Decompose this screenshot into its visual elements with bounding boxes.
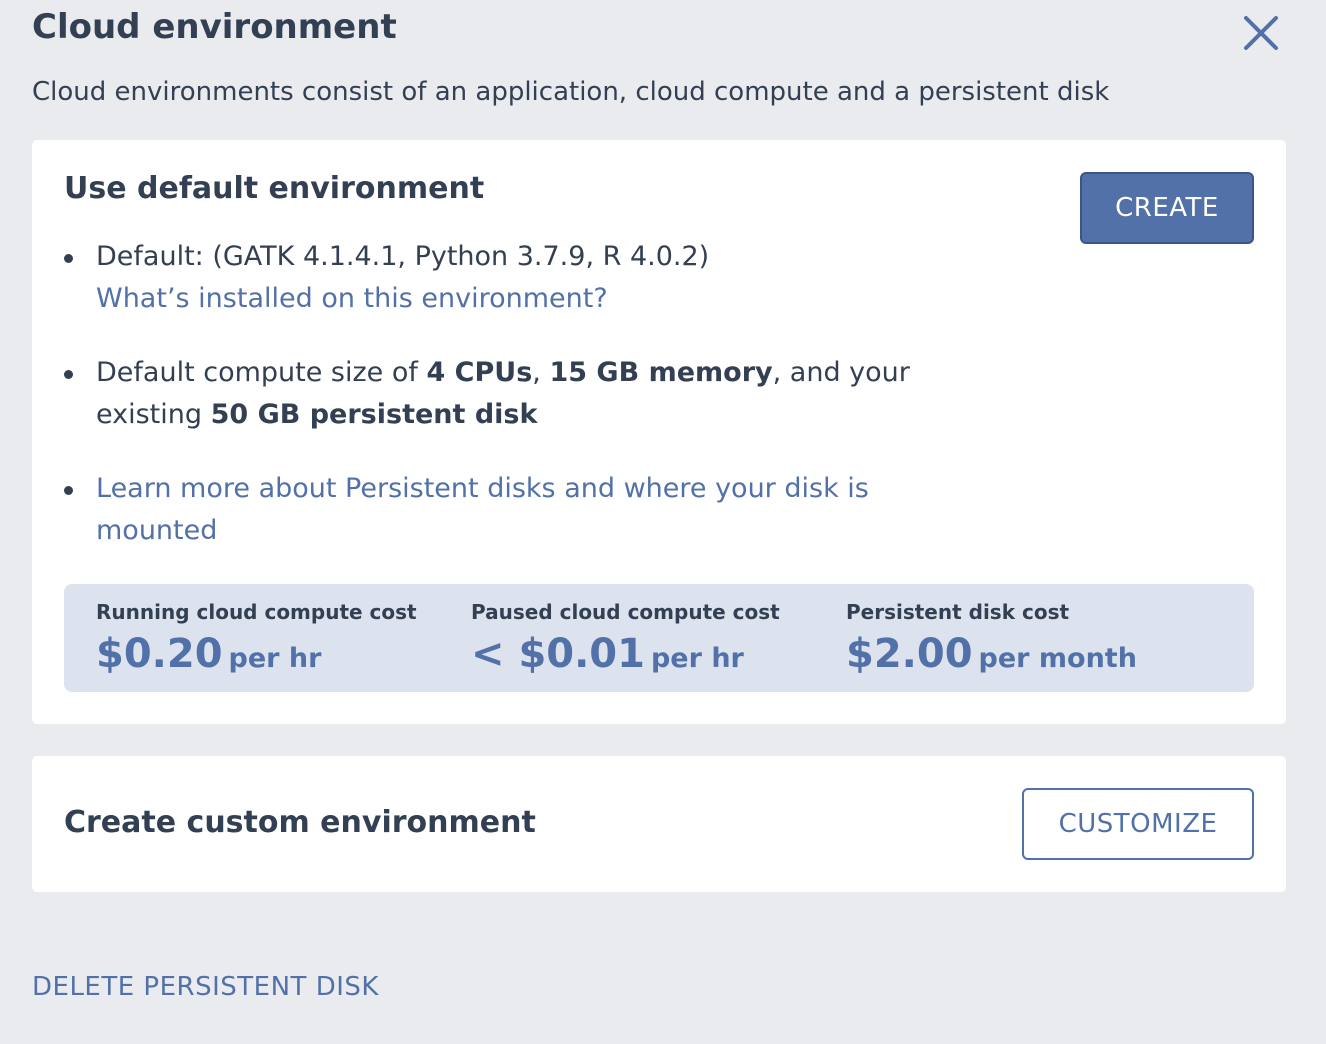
memory-size: 15 GB memory — [549, 357, 773, 388]
customize-button[interactable]: CUSTOMIZE — [1022, 788, 1254, 860]
close-icon — [1244, 16, 1278, 50]
cost-summary: Running cloud compute cost $0.20 per hr P… — [64, 584, 1254, 692]
dialog-subtitle: Cloud environments consist of an applica… — [32, 77, 1110, 107]
bullet-dot — [64, 370, 73, 379]
learn-more-persistent-disks-link[interactable]: Learn more about Persistent disks and wh… — [96, 473, 869, 546]
close-button[interactable] — [1240, 12, 1282, 54]
delete-persistent-disk-link[interactable]: DELETE PERSISTENT DISK — [32, 972, 379, 1002]
paused-cost: Paused cloud compute cost < $0.01 per hr — [471, 598, 780, 680]
custom-environment-card: Create custom environment CUSTOMIZE — [32, 756, 1286, 892]
compute-size-text: Default compute size of 4 CPUs, 15 GB me… — [96, 357, 910, 430]
default-versions-text: Default: (GATK 4.1.4.1, Python 3.7.9, R … — [96, 241, 710, 272]
running-cost-unit: per hr — [228, 643, 322, 674]
bullet-persistent-disk-info: Learn more about Persistent disks and wh… — [64, 468, 924, 552]
cpu-count: 4 CPUs — [426, 357, 533, 388]
default-environment-card: Use default environment CREATE Default: … — [32, 140, 1286, 724]
custom-environment-heading: Create custom environment — [64, 805, 536, 840]
disk-cost-label: Persistent disk cost — [846, 600, 1070, 624]
disk-cost-amount: $2.00 — [846, 631, 973, 677]
disk-cost: Persistent disk cost $2.00 per month — [846, 598, 1137, 680]
default-environment-heading: Use default environment — [64, 171, 485, 206]
dialog-title: Cloud environment — [32, 7, 397, 47]
bullet-compute-size: Default compute size of 4 CPUs, 15 GB me… — [64, 352, 924, 436]
disk-size: 50 GB persistent disk — [210, 399, 538, 430]
disk-cost-unit: per month — [978, 643, 1137, 674]
paused-cost-label: Paused cloud compute cost — [471, 600, 780, 624]
bullet-dot — [64, 486, 73, 495]
running-cost-label: Running cloud compute cost — [96, 600, 417, 624]
bullet-default-versions: Default: (GATK 4.1.4.1, Python 3.7.9, R … — [64, 236, 924, 320]
paused-cost-amount: < $0.01 — [471, 631, 645, 677]
bullet-dot — [64, 254, 73, 263]
running-cost: Running cloud compute cost $0.20 per hr — [96, 598, 417, 680]
paused-cost-unit: per hr — [650, 643, 744, 674]
running-cost-amount: $0.20 — [96, 631, 223, 677]
create-button[interactable]: CREATE — [1080, 172, 1254, 244]
whats-installed-link[interactable]: What’s installed on this environment? — [96, 278, 924, 320]
